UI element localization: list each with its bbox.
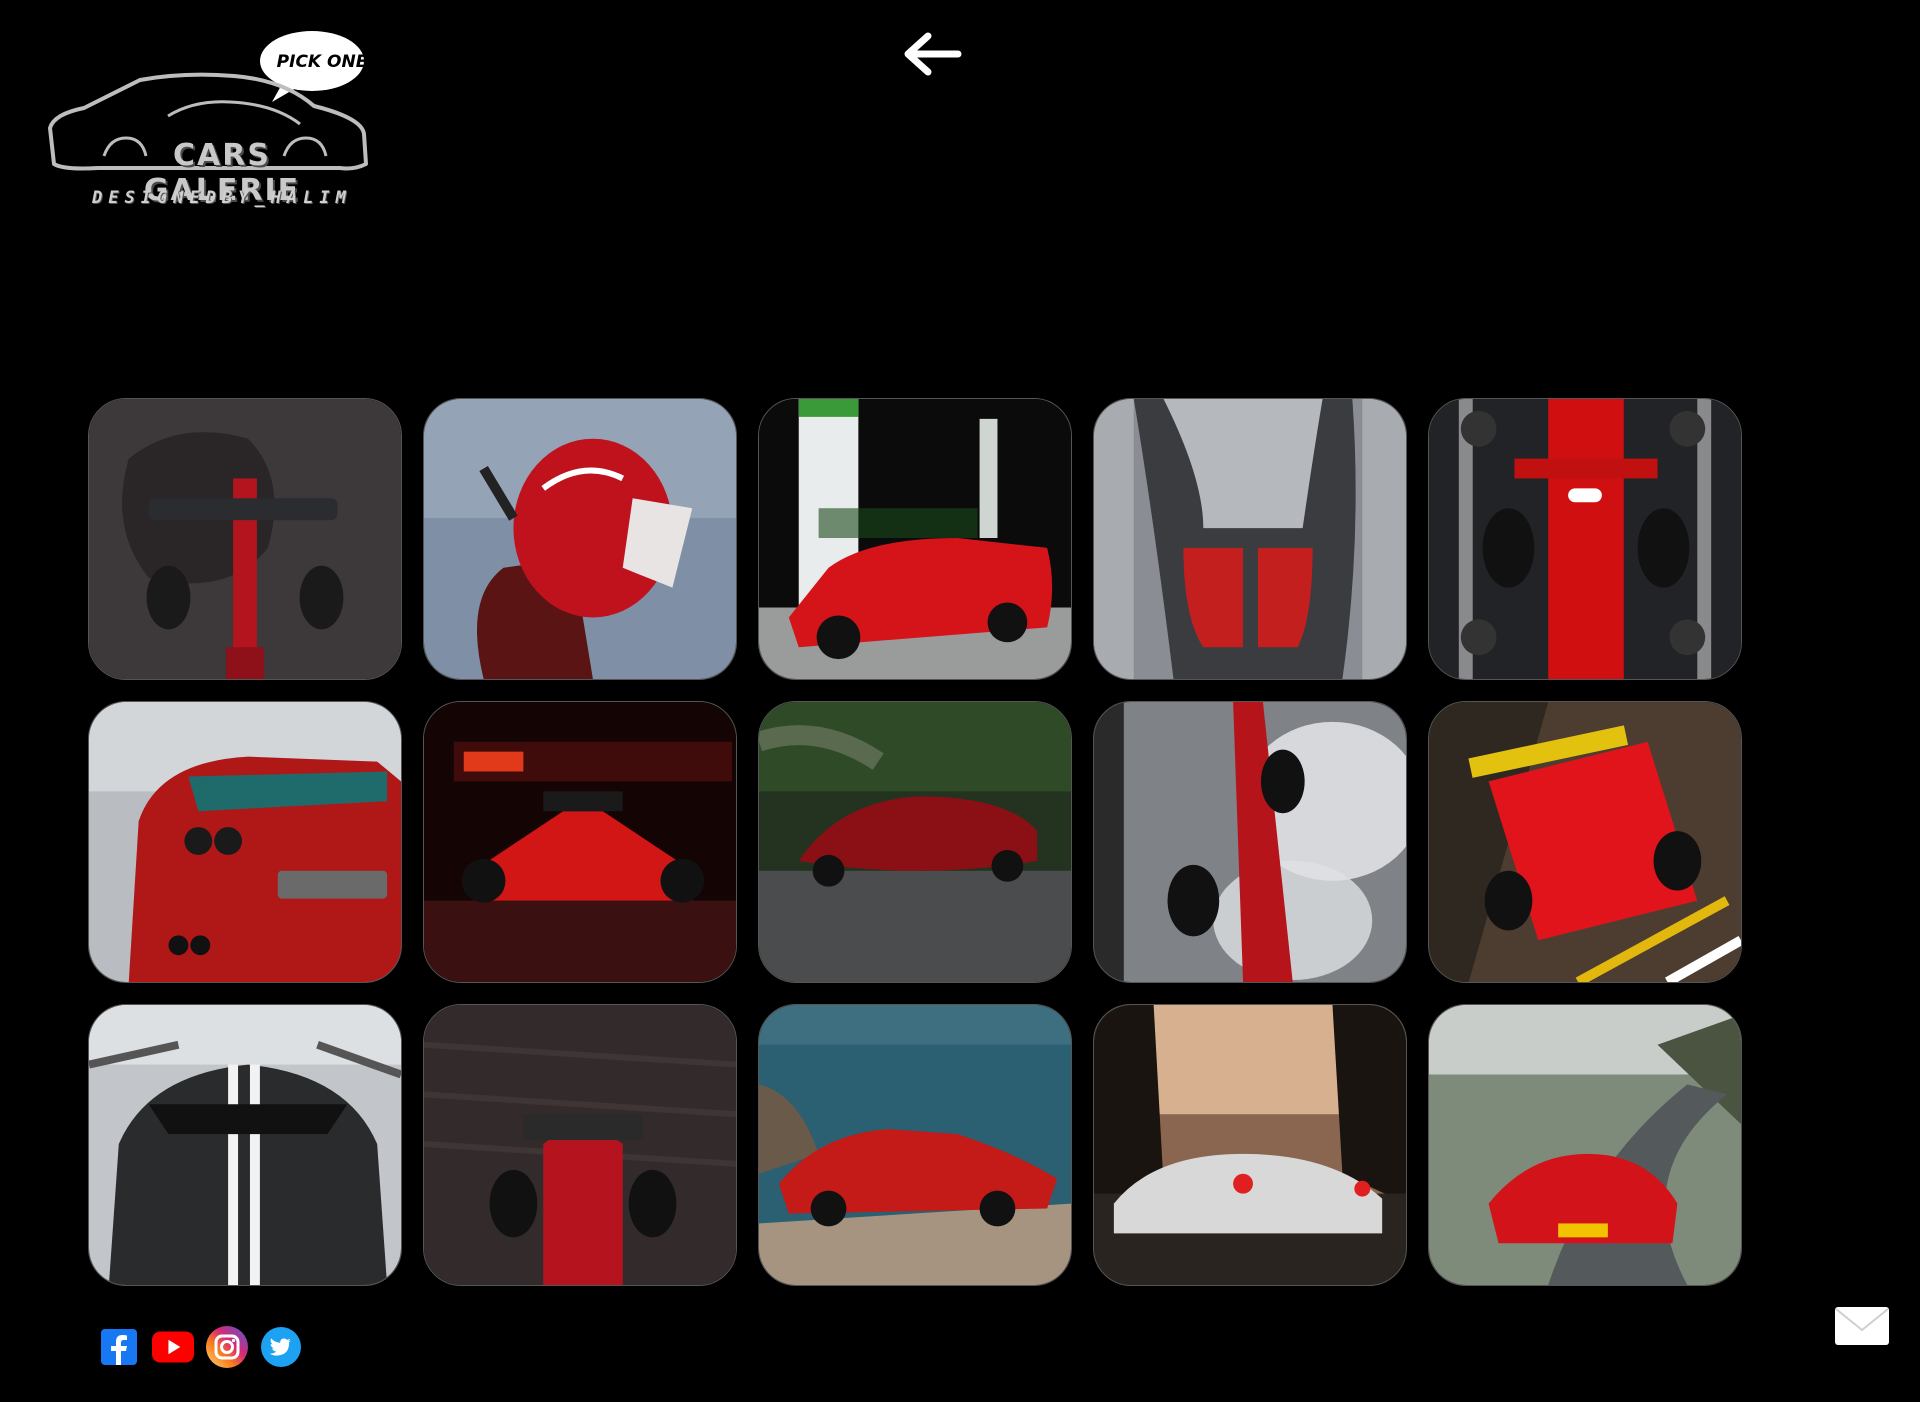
car-photo [424,702,736,982]
twitter-link[interactable] [260,1326,302,1368]
gallery-card-488-pista-grey[interactable] [88,1004,402,1286]
facebook-icon [101,1329,137,1365]
car-photo [759,702,1071,982]
facebook-link[interactable] [98,1326,140,1368]
car-photo [1429,1005,1741,1285]
twitter-icon [261,1327,301,1367]
gallery-card-driver-helmet[interactable] [423,398,737,680]
car-photo [89,1005,401,1285]
car-photo [424,1005,736,1285]
gallery-card-308-coast[interactable] [758,1004,1072,1286]
gallery-card-monza-top[interactable] [1093,398,1407,680]
image-gallery [88,398,1744,1286]
car-photo [1094,399,1406,679]
gallery-card-f1-top-horse[interactable] [88,398,402,680]
gallery-card-f1-burnout[interactable] [1093,701,1407,983]
gallery-card-488-sunset[interactable] [1093,1004,1407,1286]
car-photo [89,399,401,679]
car-photo [89,702,401,982]
car-photo [424,399,736,679]
car-photo [759,1005,1071,1285]
arrow-left-icon [904,32,962,76]
logo-subtitle: DESIGNEDBY_HALIM [92,188,352,208]
site-logo[interactable]: PICK ONE CARS GALERIE DESIGNEDBY_HALIM [44,28,380,214]
social-links [98,1326,302,1368]
car-photo [759,399,1071,679]
instagram-icon [206,1326,248,1368]
mail-icon [1835,1307,1889,1345]
gallery-card-f1-track-top[interactable] [1428,701,1742,983]
page: PICK ONE CARS GALERIE DESIGNEDBY_HALIM [0,0,1920,1402]
gallery-card-f40-gas-station[interactable] [758,398,1072,680]
back-button[interactable] [900,28,964,80]
gallery-card-812-superfast[interactable] [88,701,402,983]
car-photo [1094,1005,1406,1285]
car-photo [1094,702,1406,982]
logo-bubble-text: PICK ONE [276,52,368,72]
gallery-card-f1-pitstop[interactable] [1428,398,1742,680]
gallery-card-f1-night-16[interactable] [423,701,737,983]
youtube-link[interactable] [152,1326,194,1368]
car-photo [1429,702,1741,982]
car-photo [1429,399,1741,679]
instagram-link[interactable] [206,1326,248,1368]
gallery-card-laferrari-forest[interactable] [758,701,1072,983]
gallery-card-f1-motion[interactable] [423,1004,737,1286]
contact-mail-button[interactable] [1834,1306,1890,1346]
youtube-icon [152,1331,194,1363]
gallery-card-laferrari-mountain[interactable] [1428,1004,1742,1286]
